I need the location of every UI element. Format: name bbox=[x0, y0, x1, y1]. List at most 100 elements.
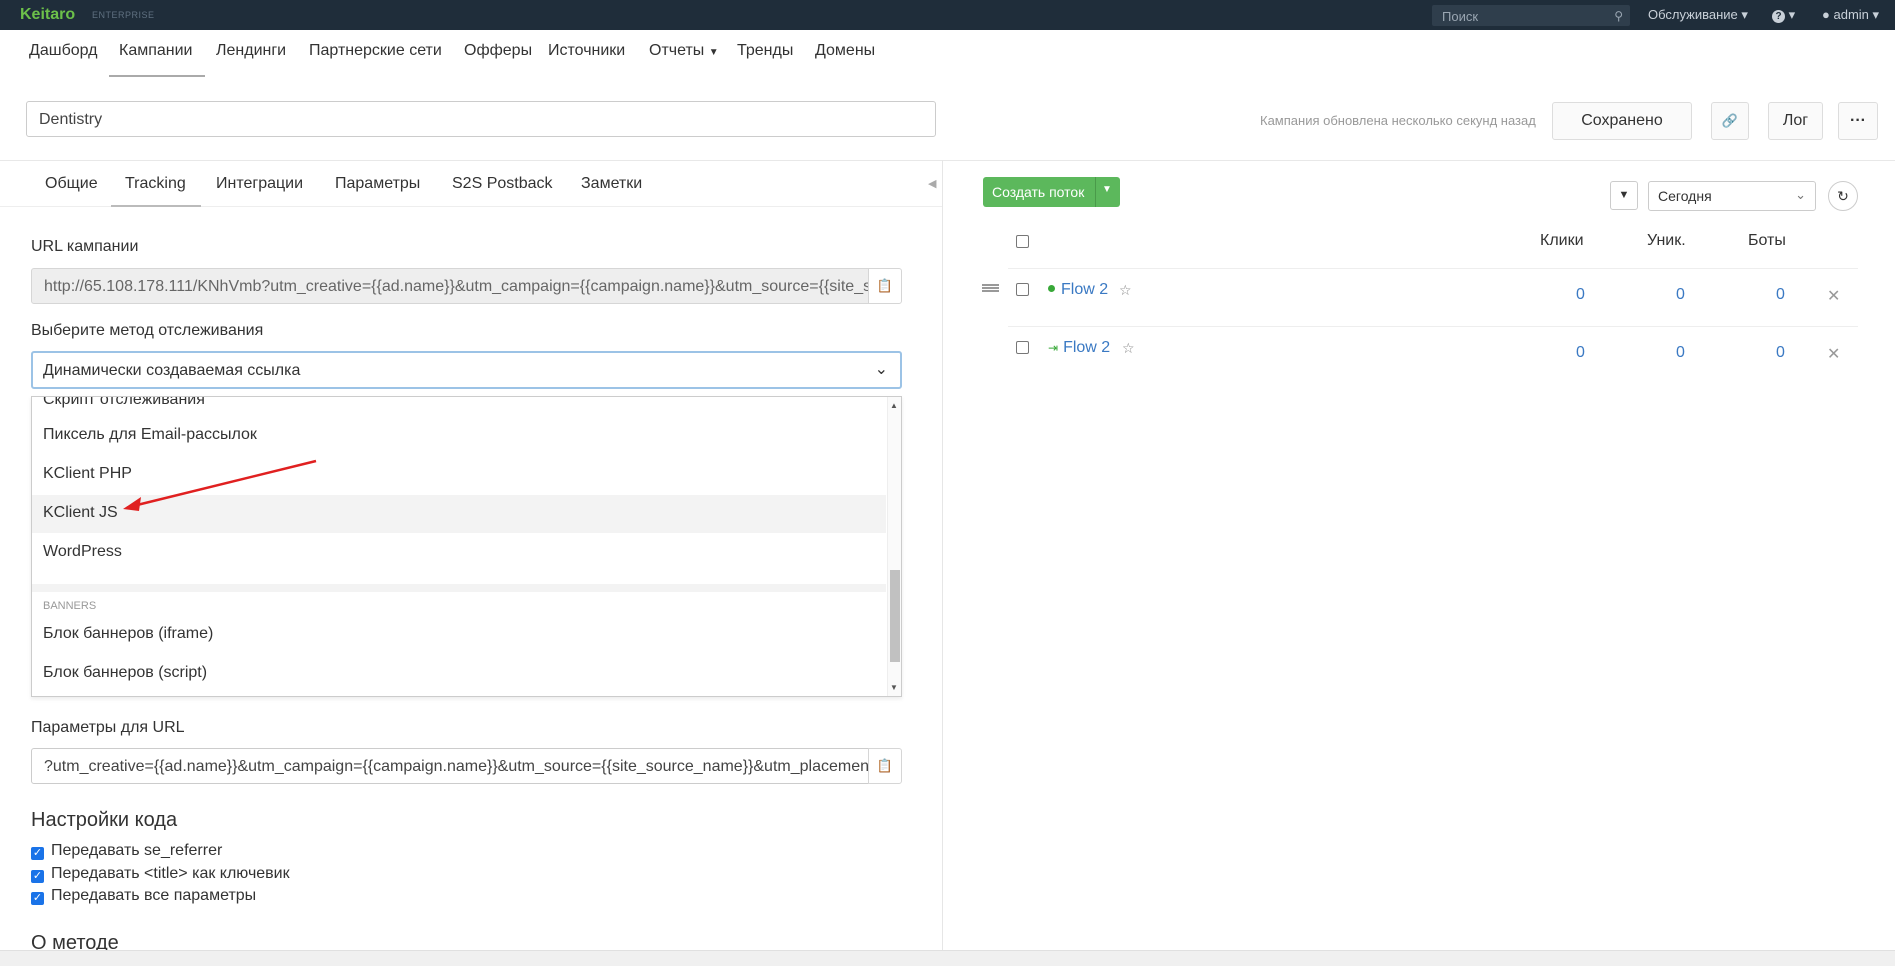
select-all-checkbox[interactable] bbox=[1016, 235, 1029, 248]
tab-notes[interactable]: Заметки bbox=[581, 175, 642, 193]
logo[interactable]: Keitaro bbox=[20, 6, 75, 24]
global-search-input[interactable]: Поиск ⚲ bbox=[1432, 5, 1630, 26]
checkbox-label: Передавать se_referrer bbox=[51, 842, 223, 859]
flow-name: Flow 2 bbox=[1063, 339, 1111, 356]
nav-domains[interactable]: Домены bbox=[815, 42, 875, 60]
checkbox-se-referrer[interactable]: ✓ Передавать se_referrer bbox=[31, 842, 222, 860]
user-menu[interactable]: ● admin ▾ bbox=[1822, 7, 1879, 23]
scroll-up-icon[interactable]: ▲ bbox=[890, 401, 898, 410]
help-menu[interactable]: ? ▾ bbox=[1772, 7, 1795, 23]
nav-landings[interactable]: Лендинги bbox=[216, 42, 286, 60]
tab-general[interactable]: Общие bbox=[45, 175, 98, 193]
period-value: Сегодня bbox=[1658, 188, 1712, 204]
close-icon[interactable]: ✕ bbox=[1827, 344, 1840, 364]
filter-dropdown-button[interactable]: ▼ bbox=[1610, 181, 1638, 210]
tab-integrations[interactable]: Интеграции bbox=[216, 175, 303, 193]
link-button[interactable]: 🔗 bbox=[1711, 102, 1749, 140]
campaign-url-field[interactable]: http://65.108.178.111/KNhVmb?utm_creativ… bbox=[31, 268, 869, 304]
dropdown-option-label: Блок баннеров (script) bbox=[43, 664, 208, 681]
refresh-icon: ↻ bbox=[1837, 188, 1849, 204]
help-icon: ? bbox=[1772, 10, 1785, 23]
flow-uniques[interactable]: 0 bbox=[1676, 286, 1685, 304]
more-button[interactable]: ··· bbox=[1838, 102, 1878, 140]
nav-campaigns[interactable]: Кампании bbox=[119, 42, 193, 60]
copy-url-button[interactable]: 📋 bbox=[868, 268, 902, 304]
checkbox-checked-icon[interactable]: ✓ bbox=[31, 847, 44, 860]
column-clicks: Клики bbox=[1540, 232, 1584, 249]
dropdown-separator bbox=[32, 584, 886, 592]
dropdown-scrollbar-thumb[interactable] bbox=[890, 570, 900, 662]
saved-button[interactable]: Сохранено bbox=[1552, 102, 1692, 140]
row-checkbox[interactable] bbox=[1016, 341, 1029, 354]
flow-bots[interactable]: 0 bbox=[1776, 286, 1785, 304]
dropdown-group-label: BANNERS bbox=[43, 600, 97, 612]
pane-divider bbox=[942, 160, 943, 950]
caret-down-icon[interactable]: ▼ bbox=[1102, 184, 1112, 195]
flow-clicks[interactable]: 0 bbox=[1576, 286, 1585, 304]
flow-clicks[interactable]: 0 bbox=[1576, 344, 1585, 362]
copy-params-button[interactable]: 📋 bbox=[868, 748, 902, 784]
enter-icon: ⇥ bbox=[1048, 341, 1059, 355]
checkbox-label: Передавать все параметры bbox=[51, 887, 257, 904]
dropdown-option[interactable]: Пиксель для Email-рассылок bbox=[32, 417, 886, 455]
drag-handle-icon[interactable] bbox=[982, 284, 999, 292]
star-icon[interactable]: ☆ bbox=[1122, 340, 1135, 357]
url-params-field[interactable]: ?utm_creative={{ad.name}}&utm_campaign={… bbox=[31, 748, 869, 784]
tab-tracking[interactable]: Tracking bbox=[125, 175, 186, 193]
campaign-url-value: http://65.108.178.111/KNhVmb?utm_creativ… bbox=[44, 278, 869, 295]
campaign-name-value: Dentistry bbox=[39, 111, 103, 128]
create-flow-button[interactable]: Создать поток ▼ bbox=[983, 177, 1120, 207]
chevron-down-icon: ⌄ bbox=[1795, 187, 1806, 202]
campaign-url-label: URL кампании bbox=[31, 238, 139, 255]
tab-s2s-postback[interactable]: S2S Postback bbox=[452, 175, 553, 193]
chevron-down-icon: ⌄ bbox=[874, 361, 888, 378]
service-menu[interactable]: Обслуживание ▾ bbox=[1648, 7, 1748, 23]
tracking-method-label: Выберите метод отслеживания bbox=[31, 322, 264, 339]
main-nav: Дашборд Кампании Лендинги Партнерские се… bbox=[0, 30, 1895, 78]
horizontal-scrollbar[interactable] bbox=[0, 950, 1895, 966]
row-checkbox[interactable] bbox=[1016, 283, 1029, 296]
flow-link[interactable]: ⇥ Flow 2 bbox=[1048, 339, 1110, 357]
log-button[interactable]: Лог bbox=[1768, 102, 1823, 140]
campaign-name-input[interactable]: Dentistry bbox=[26, 101, 936, 137]
flow-uniques[interactable]: 0 bbox=[1676, 344, 1685, 362]
scroll-down-icon[interactable]: ▼ bbox=[890, 683, 898, 692]
nav-dashboard[interactable]: Дашборд bbox=[29, 42, 98, 60]
flow-name: Flow 2 bbox=[1061, 281, 1109, 298]
star-icon[interactable]: ☆ bbox=[1119, 282, 1132, 299]
dropdown-option-label: Скрипт отслеживания bbox=[43, 396, 205, 408]
flow-link[interactable]: Flow 2 bbox=[1048, 281, 1108, 299]
tracking-method-value: Динамически создаваемая ссылка bbox=[43, 362, 301, 379]
url-params-value: ?utm_creative={{ad.name}}&utm_campaign={… bbox=[44, 758, 869, 775]
clipboard-icon: 📋 bbox=[876, 758, 894, 773]
nav-affiliate-networks[interactable]: Партнерские сети bbox=[309, 42, 442, 60]
checkbox-all-params[interactable]: ✓ Передавать все параметры bbox=[31, 887, 256, 905]
collapse-left-icon[interactable]: ◀ bbox=[928, 177, 936, 190]
checkbox-checked-icon[interactable]: ✓ bbox=[31, 892, 44, 905]
search-placeholder: Поиск bbox=[1442, 9, 1479, 24]
checkbox-title-keyword[interactable]: ✓ Передавать <title> как ключевик bbox=[31, 865, 290, 883]
clipboard-icon: 📋 bbox=[876, 278, 894, 293]
dropdown-option-label: WordPress bbox=[43, 543, 122, 560]
nav-reports[interactable]: Отчеты ▼ bbox=[649, 42, 719, 60]
refresh-button[interactable]: ↻ bbox=[1828, 181, 1858, 211]
nav-offers[interactable]: Офферы bbox=[464, 42, 532, 60]
dropdown-option[interactable]: Блок баннеров (iframe) bbox=[32, 616, 886, 654]
edition-label: ENTERPRISE bbox=[92, 10, 155, 20]
tracking-method-select[interactable]: Динамически создаваемая ссылка ⌄ bbox=[31, 351, 902, 389]
dropdown-option-label: Блок баннеров (iframe) bbox=[43, 625, 214, 642]
nav-active-indicator bbox=[109, 75, 205, 77]
close-icon[interactable]: ✕ bbox=[1827, 286, 1840, 306]
checkbox-checked-icon[interactable]: ✓ bbox=[31, 870, 44, 883]
nav-sources[interactable]: Источники bbox=[548, 42, 625, 60]
service-menu-label: Обслуживание bbox=[1648, 7, 1738, 22]
user-name: admin bbox=[1833, 7, 1869, 22]
nav-trends[interactable]: Тренды bbox=[737, 42, 793, 60]
code-settings-title: Настройки кода bbox=[31, 809, 178, 831]
tab-parameters[interactable]: Параметры bbox=[335, 175, 420, 193]
flow-bots[interactable]: 0 bbox=[1776, 344, 1785, 362]
dropdown-option[interactable]: WordPress bbox=[32, 534, 886, 572]
dropdown-option[interactable]: Блок баннеров (script) bbox=[32, 655, 886, 693]
row-divider bbox=[1008, 268, 1858, 269]
period-select[interactable]: Сегодня ⌄ bbox=[1648, 181, 1816, 211]
